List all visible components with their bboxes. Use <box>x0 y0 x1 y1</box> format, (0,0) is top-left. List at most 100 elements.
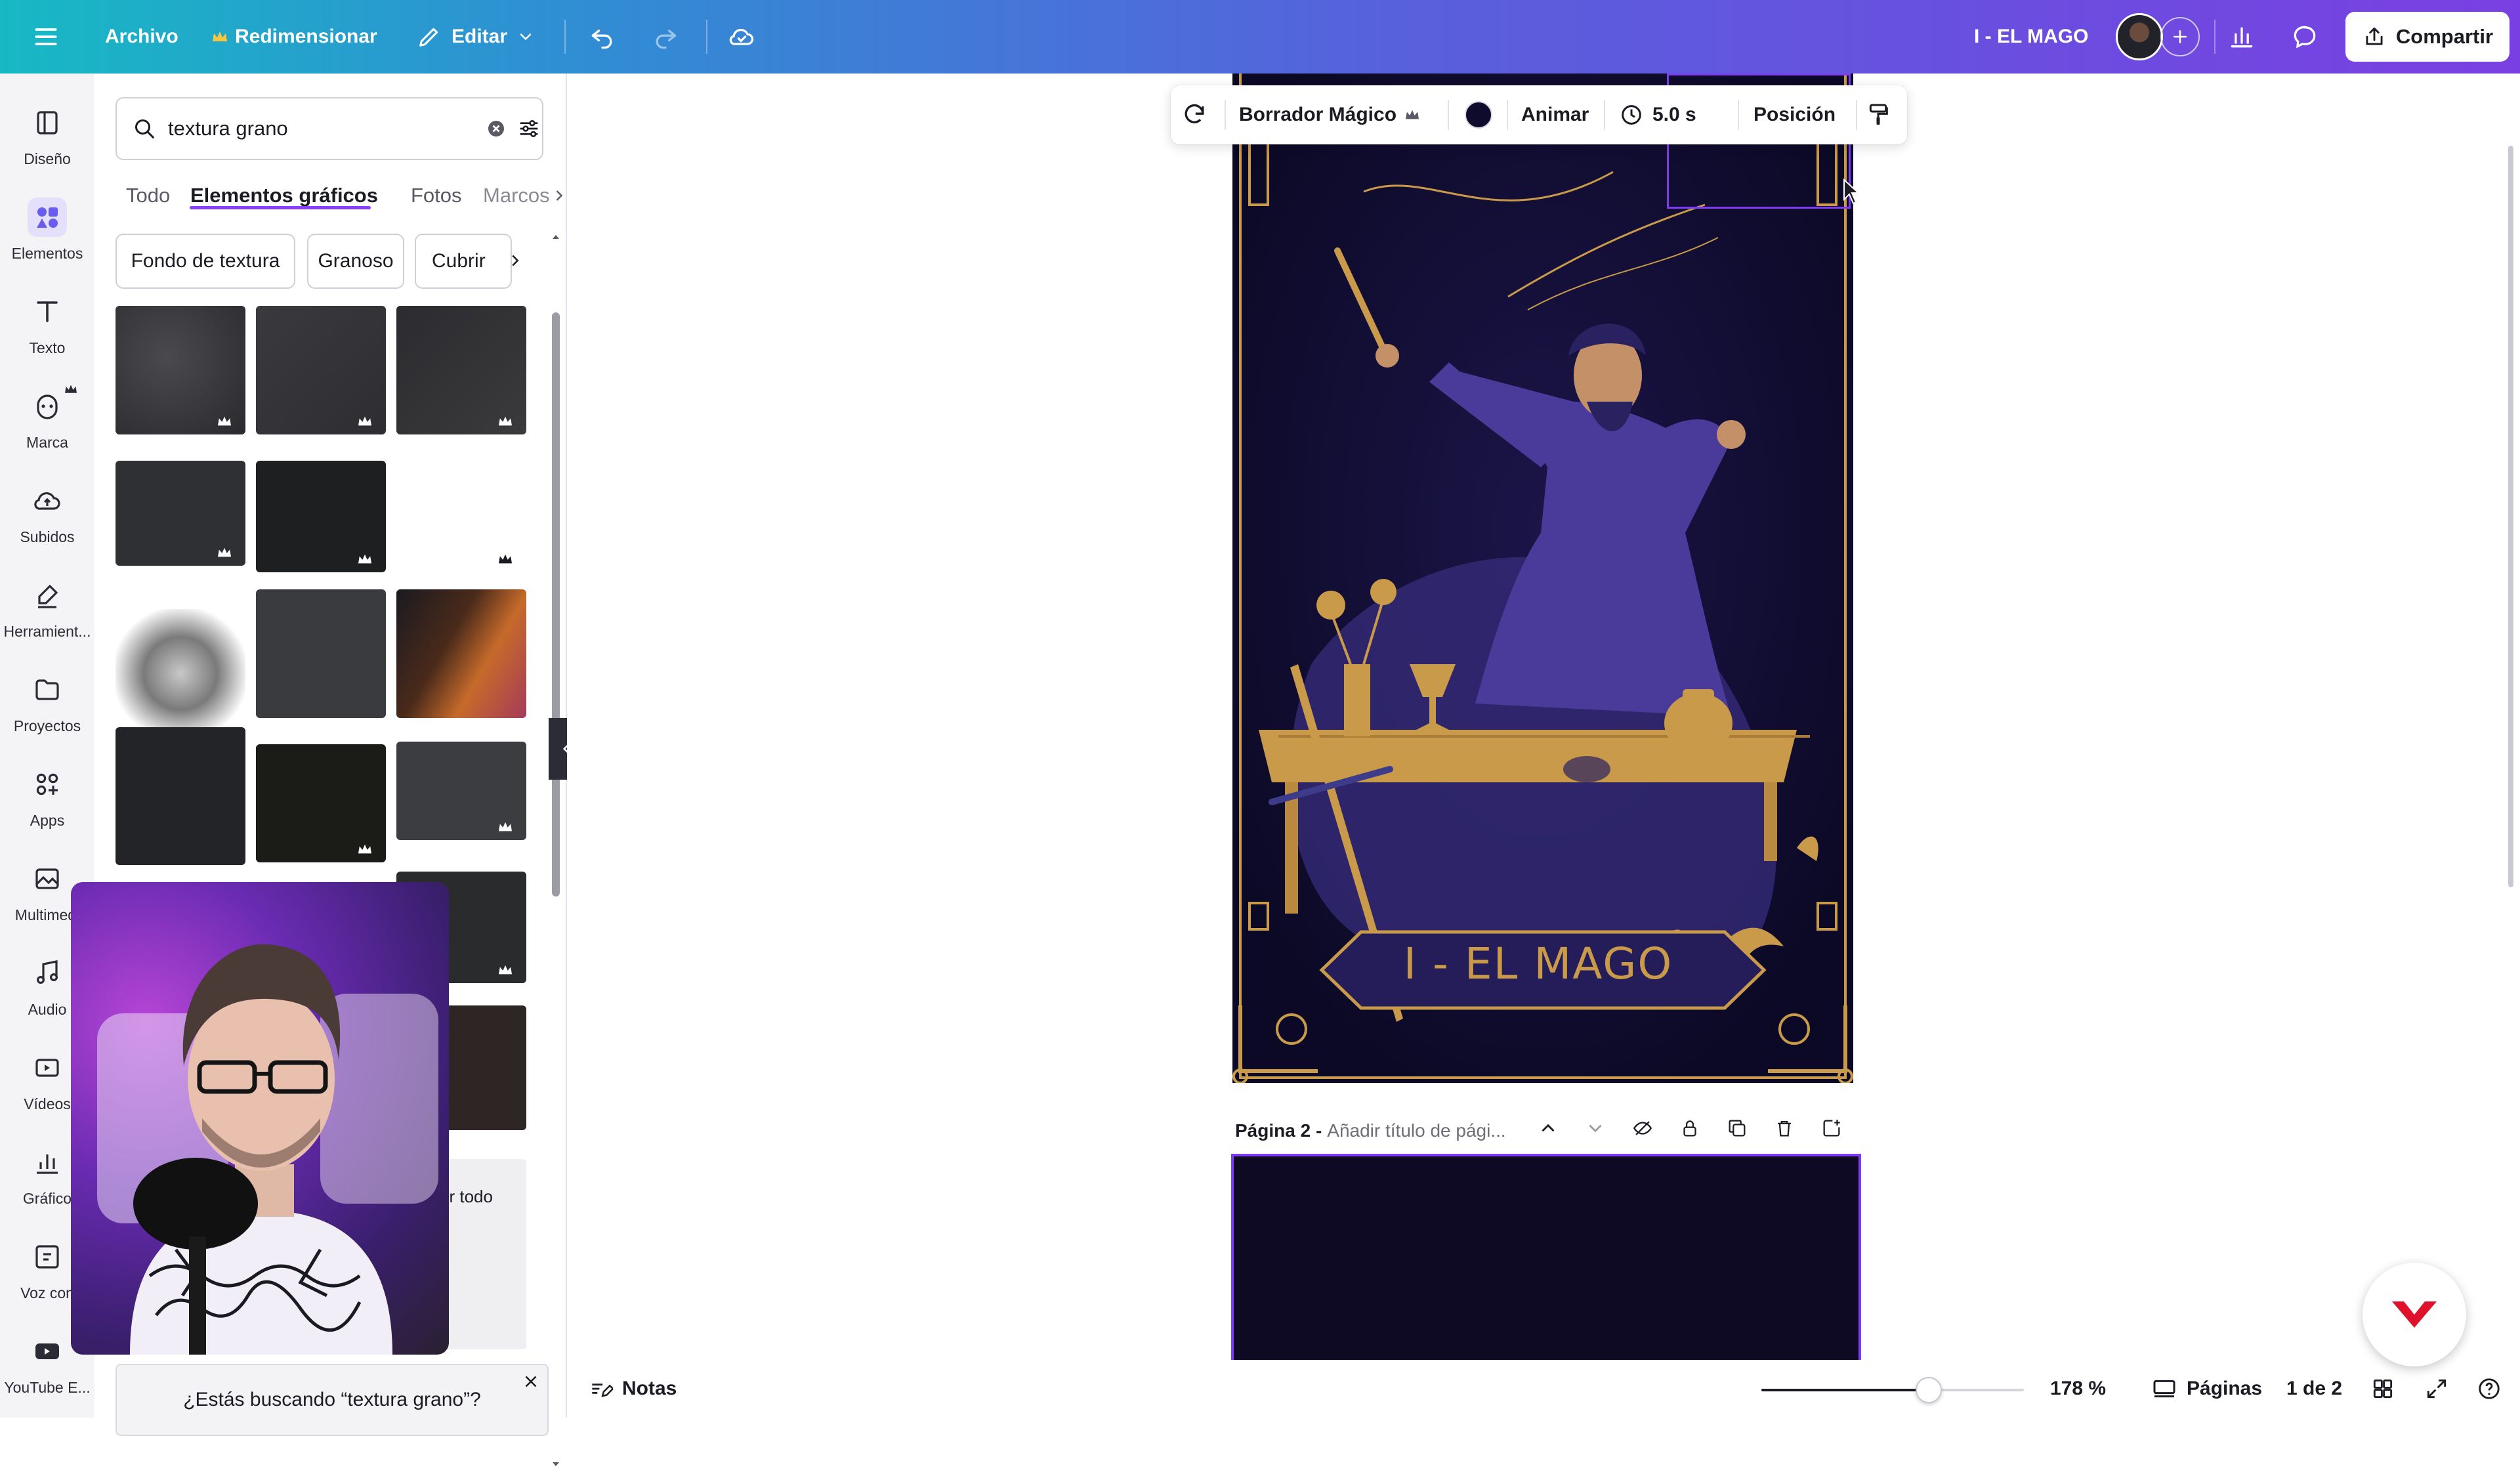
texture-thumbnail[interactable] <box>396 461 526 572</box>
document-title-text: I - EL MAGO <box>1974 26 2089 47</box>
chip-fondo-de-textura[interactable]: Fondo de textura <box>116 234 295 289</box>
copy-style-button[interactable] <box>1865 85 1891 144</box>
undo-button[interactable] <box>588 0 617 74</box>
fullscreen-button[interactable] <box>2424 1360 2449 1418</box>
tab-fotos[interactable]: Fotos <box>411 169 462 222</box>
upload-cloud-icon <box>34 492 60 510</box>
card-title[interactable]: I - EL MAGO <box>1328 939 1748 989</box>
avatar[interactable] <box>2116 13 2163 60</box>
tab-marcos[interactable]: Marcos <box>483 169 550 222</box>
panel-scrollbar[interactable] <box>550 231 562 1478</box>
add-page-icon[interactable] <box>1820 1117 1843 1139</box>
tab-elementos-graficos[interactable]: Elementos gráficos <box>190 169 378 222</box>
chevron-right-icon[interactable] <box>505 251 525 270</box>
lock-icon[interactable] <box>1679 1117 1701 1139</box>
duration-label: 5.0 s <box>1652 104 1696 125</box>
texture-thumbnail[interactable] <box>116 461 245 566</box>
redo-icon <box>656 30 677 49</box>
zoom-level-button[interactable]: 178 % <box>2050 1360 2106 1418</box>
grid-view-button[interactable] <box>2370 1360 2395 1418</box>
help-button[interactable] <box>2477 1360 2502 1418</box>
webcam-overlay <box>71 882 449 1355</box>
trash-icon[interactable] <box>1773 1117 1796 1139</box>
texture-thumbnail[interactable] <box>116 727 245 865</box>
search-bar[interactable]: textura grano <box>116 97 543 160</box>
scrollbar-thumb[interactable] <box>552 312 560 897</box>
tarot-card-page-1[interactable] <box>1232 74 1853 1083</box>
search-input[interactable]: textura grano <box>168 117 288 140</box>
hamburger-icon <box>35 28 57 45</box>
rail-item-texto[interactable]: Texto <box>0 278 94 370</box>
crown-icon <box>358 844 371 854</box>
tarot-card-page-2[interactable] <box>1231 1154 1861 1360</box>
rail-label: Voz con <box>20 1284 74 1301</box>
clear-search-icon[interactable] <box>484 117 508 140</box>
chevron-up-icon[interactable] <box>1537 1117 1559 1139</box>
page-title-input[interactable]: Añadir título de pági... <box>1327 1120 1505 1141</box>
toolbar-divider <box>564 20 566 54</box>
toolbar-divider <box>2214 20 2216 54</box>
color-swatch-button[interactable] <box>1465 85 1492 144</box>
texture-thumbnail[interactable] <box>256 589 386 718</box>
rail-label: Multimedi <box>14 906 80 923</box>
document-title[interactable]: I - EL MAGO <box>1974 0 2088 74</box>
zoom-level-label: 178 % <box>2050 1378 2107 1399</box>
zoom-slider[interactable] <box>1761 1377 2024 1403</box>
main-menu-button[interactable] <box>32 0 60 74</box>
rail-item-proyectos[interactable]: Proyectos <box>0 656 94 748</box>
rail-item-subidos[interactable]: Subidos <box>0 467 94 559</box>
share-upload-icon <box>2366 27 2383 45</box>
texture-thumbnail[interactable] <box>116 609 245 738</box>
rail-item-herramientas[interactable]: Herramient... <box>0 562 94 654</box>
search-icon <box>135 119 154 138</box>
animate-button[interactable]: Animar <box>1521 85 1589 144</box>
share-button[interactable]: Compartir <box>2345 12 2510 62</box>
chip-cubrir[interactable]: Cubrir <box>415 234 512 289</box>
position-button[interactable]: Posición <box>1754 85 1836 144</box>
texture-thumbnail[interactable] <box>396 742 526 840</box>
pen-tool-icon <box>38 584 58 608</box>
rail-item-diseno[interactable]: Diseño <box>0 89 94 181</box>
undo-icon <box>591 30 612 49</box>
texture-thumbnail[interactable] <box>396 306 526 434</box>
texture-thumbnail[interactable] <box>256 306 386 434</box>
add-collaborator-button[interactable] <box>2160 17 2200 56</box>
pages-button[interactable]: Páginas <box>2151 1360 2262 1418</box>
magic-eraser-button[interactable]: Borrador Mágico <box>1239 85 1420 144</box>
chip-granoso[interactable]: Granoso <box>307 234 404 289</box>
rail-item-marca[interactable]: Marca <box>0 373 94 465</box>
rail-item-elementos[interactable]: Elementos <box>0 184 94 276</box>
chevron-right-icon[interactable] <box>550 186 568 205</box>
chevron-down-icon[interactable] <box>1584 1117 1606 1139</box>
resize-button[interactable]: Redimensionar <box>211 0 377 74</box>
edit-menu-button[interactable]: Editar <box>416 0 535 74</box>
duration-button[interactable]: 5.0 s <box>1618 85 1696 144</box>
close-icon[interactable] <box>521 1372 541 1391</box>
search-suggestion[interactable]: ¿Estás buscando “textura grano”? <box>116 1364 549 1436</box>
rail-item-apps[interactable]: Apps <box>0 751 94 843</box>
zoom-slider-knob[interactable] <box>1916 1377 1942 1403</box>
texture-thumbnail[interactable] <box>256 744 386 862</box>
filter-icon[interactable] <box>516 116 542 142</box>
hide-page-icon[interactable] <box>1631 1117 1654 1139</box>
texture-thumbnail[interactable] <box>396 589 526 718</box>
tab-todo[interactable]: Todo <box>126 169 170 222</box>
comments-button[interactable] <box>2290 0 2319 74</box>
duplicate-icon[interactable] <box>1726 1117 1748 1139</box>
magician-illustration <box>1232 74 1853 1083</box>
rail-label: Texto <box>29 339 66 356</box>
texture-thumbnail[interactable] <box>256 461 386 572</box>
file-menu-button[interactable]: Archivo <box>105 0 178 74</box>
redo-button[interactable] <box>651 0 680 74</box>
pages-label: Páginas <box>2187 1378 2263 1399</box>
canvas-scrollbar-thumb[interactable] <box>2508 146 2513 887</box>
insights-button[interactable] <box>2227 0 2256 74</box>
cloud-save-status[interactable] <box>727 0 756 74</box>
notes-icon <box>592 1383 613 1397</box>
rail-label: Elementos <box>11 244 83 262</box>
zoom-slider-fill <box>1761 1389 1929 1391</box>
notes-button[interactable]: Notas <box>588 1360 677 1418</box>
replace-button[interactable] <box>1180 85 1209 144</box>
texture-thumbnail[interactable] <box>116 306 245 434</box>
magic-eraser-label: Borrador Mágico <box>1239 104 1397 125</box>
